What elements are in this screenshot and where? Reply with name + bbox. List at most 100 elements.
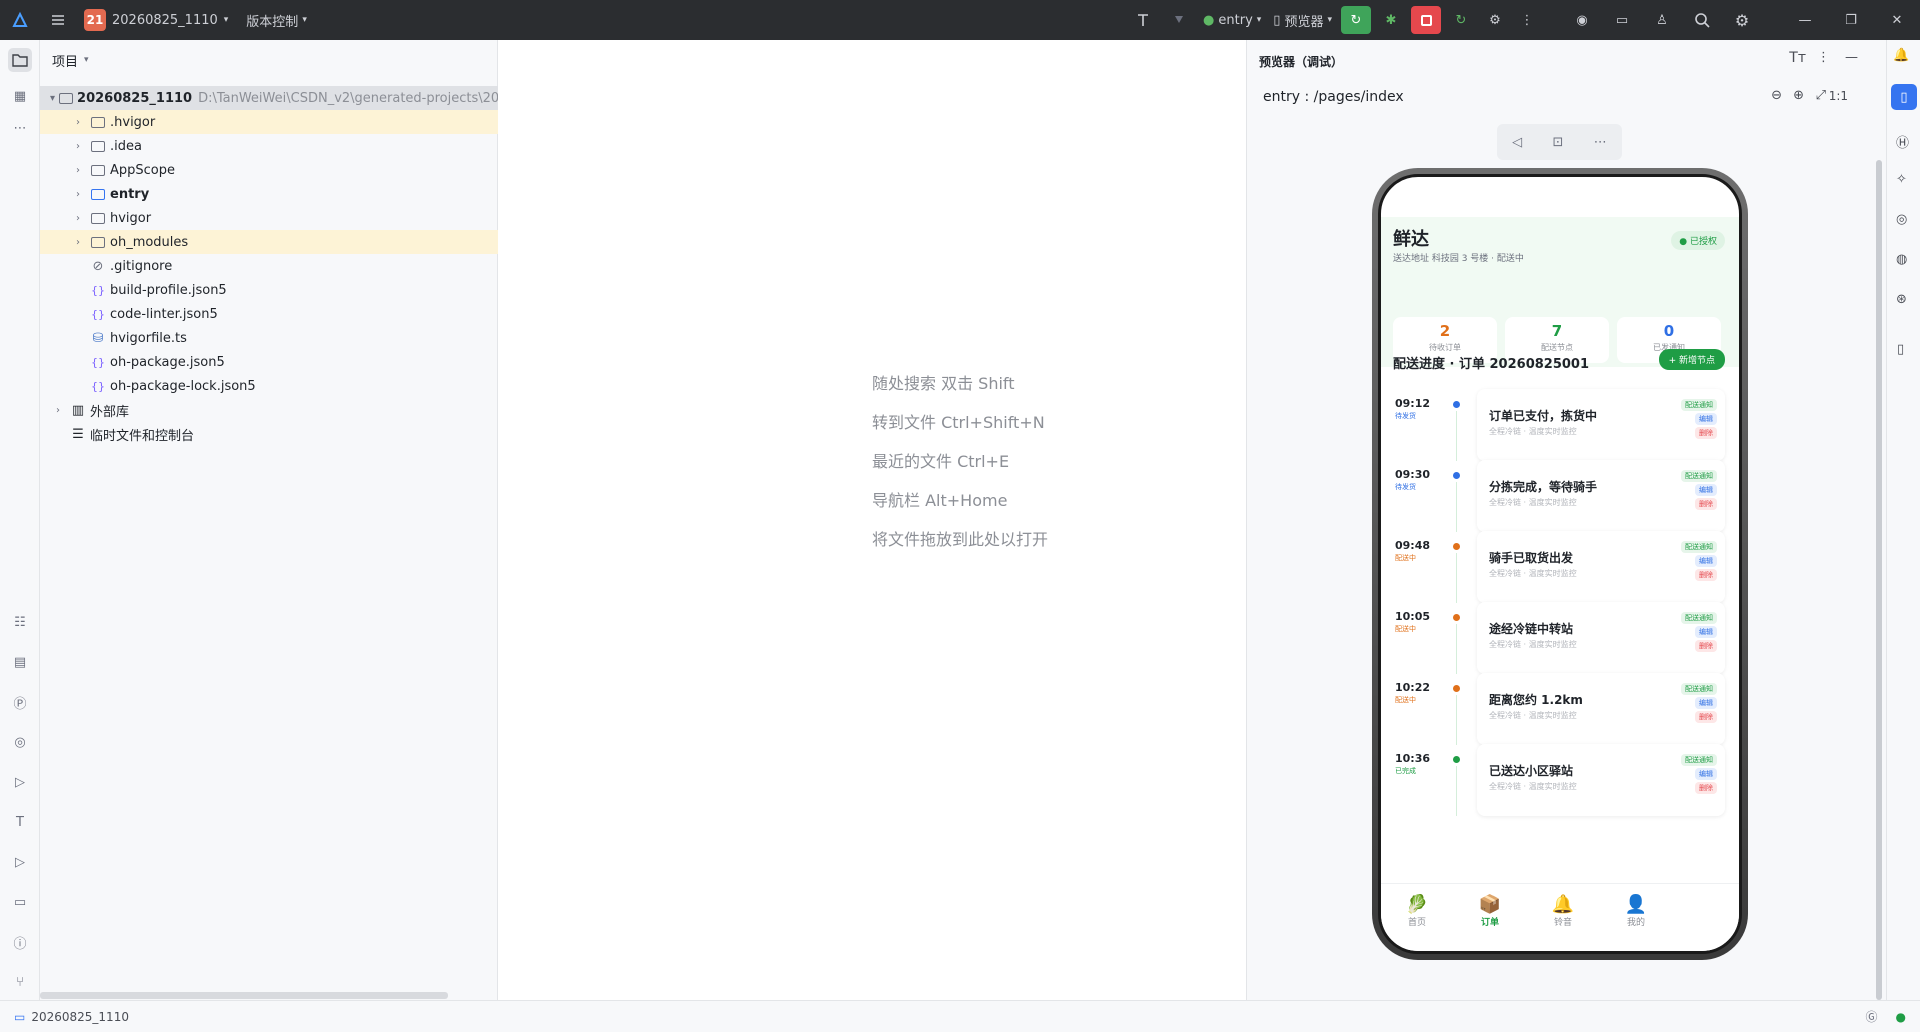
services-icon[interactable]: ▷ <box>8 770 32 794</box>
tree-item[interactable]: › hvigor <box>40 206 498 230</box>
minimize-window-icon[interactable]: — <box>1782 0 1828 40</box>
structure-icon[interactable]: ▦ <box>8 84 32 108</box>
tree-item[interactable]: › .idea <box>40 134 498 158</box>
zoom-reset[interactable]: 1:1 <box>1829 89 1848 103</box>
notify-tag-button[interactable]: 配送通知 <box>1681 754 1717 766</box>
zoom-out-icon[interactable]: ⊖ <box>1771 88 1782 103</box>
fit-screen-icon[interactable]: ⤢ <box>1816 88 1826 103</box>
tree-item[interactable]: {} code-linter.json5 <box>40 302 498 326</box>
edit-tag-button[interactable]: 编辑 <box>1695 413 1717 425</box>
ai-assistant-icon[interactable]: ✧ <box>1896 172 1907 187</box>
edit-tag-button[interactable]: 编辑 <box>1695 697 1717 709</box>
notify-tag-button[interactable]: 配送通知 <box>1681 612 1717 624</box>
edit-tag-button[interactable]: 编辑 <box>1695 626 1717 638</box>
tree-external-libs[interactable]: › ▥ 外部库 <box>40 398 498 422</box>
tree-item[interactable]: › AppScope <box>40 158 498 182</box>
tab-item[interactable]: 📦 订单 <box>1460 894 1520 928</box>
hide-panel-icon[interactable]: — <box>1845 50 1858 65</box>
notify-tag-button[interactable]: 配送通知 <box>1681 683 1717 695</box>
vcs-menu[interactable]: 版本控制 ▾ <box>236 0 317 40</box>
notifications-icon[interactable]: 🔔 <box>1893 48 1909 63</box>
text-tool-icon[interactable] <box>1125 0 1161 40</box>
delete-tag-button[interactable]: 删除 <box>1695 498 1717 510</box>
chevron-right-icon[interactable]: › <box>70 165 86 176</box>
app-logo-icon[interactable] <box>0 0 40 40</box>
tree-item[interactable]: {} oh-package.json5 <box>40 350 498 374</box>
tab-item[interactable]: 🥬 首页 <box>1387 894 1447 928</box>
tree-item[interactable]: › entry <box>40 182 498 206</box>
restore-window-icon[interactable]: ❐ <box>1828 0 1874 40</box>
build-icon[interactable]: T <box>8 810 32 834</box>
timeline-card[interactable]: 分拣完成，等待骑手 全程冷链 · 温度实时监控 配送通知 编辑 删除 <box>1477 460 1725 532</box>
project-folder-icon[interactable] <box>8 48 32 72</box>
robot-icon[interactable]: ⊛ <box>1896 292 1907 307</box>
timeline-card[interactable]: 已送达小区驿站 全程冷链 · 温度实时监控 配送通知 编辑 删除 <box>1477 744 1725 816</box>
chevron-right-icon[interactable]: › <box>70 213 86 224</box>
profiler-icon[interactable]: Ⓟ <box>8 690 32 714</box>
tree-item[interactable]: › oh_modules <box>40 230 498 254</box>
more-tools-icon[interactable]: ⋯ <box>8 116 32 140</box>
close-window-icon[interactable]: ✕ <box>1874 0 1920 40</box>
delete-tag-button[interactable]: 删除 <box>1695 427 1717 439</box>
timeline-card[interactable]: 距离您约 1.2km 全程冷链 · 温度实时监控 配送通知 编辑 删除 <box>1477 673 1725 745</box>
delete-tag-button[interactable]: 删除 <box>1695 569 1717 581</box>
chevron-right-icon[interactable]: › <box>70 237 86 248</box>
tree-item[interactable]: ⛁ hvigorfile.ts <box>40 326 498 350</box>
tree-root[interactable]: ▾ 20260825_1110 D:\TanWeiWei\CSDN_v2\gen… <box>40 86 541 110</box>
inspector-icon[interactable]: ◎ <box>8 730 32 754</box>
zoom-in-icon[interactable]: ⊕ <box>1793 88 1804 103</box>
edit-tag-button[interactable]: 编辑 <box>1695 555 1717 567</box>
run-tool-icon[interactable]: ▷ <box>8 850 32 874</box>
horizontal-scrollbar[interactable] <box>40 992 448 999</box>
more-icon[interactable]: ⋯ <box>1594 135 1607 150</box>
font-size-icon[interactable]: Tт <box>1789 50 1806 66</box>
device-manager-icon[interactable]: ▭ <box>1602 0 1642 40</box>
settings-gear-icon[interactable]: ⚙ <box>1722 0 1762 40</box>
tree-item[interactable]: {} build-profile.json5 <box>40 278 498 302</box>
delete-tag-button[interactable]: 删除 <box>1695 711 1717 723</box>
back-icon[interactable]: ◁ <box>1512 135 1522 150</box>
copilot-icon[interactable]: ◉ <box>1562 0 1602 40</box>
notify-tag-button[interactable]: 配送通知 <box>1681 470 1717 482</box>
run-button[interactable]: ↻ <box>1341 6 1371 34</box>
resource-table-icon[interactable]: ▤ <box>8 650 32 674</box>
notify-tag-button[interactable]: 配送通知 <box>1681 399 1717 411</box>
main-menu-icon[interactable] <box>40 0 76 40</box>
tab-item[interactable]: 🔔 铃音 <box>1533 894 1593 928</box>
todo-icon[interactable]: ☷ <box>8 610 32 634</box>
copilot-status-icon[interactable]: Ⓖ <box>1866 1008 1878 1025</box>
device-log-icon[interactable]: ◎ <box>1896 212 1907 227</box>
timeline-card[interactable]: 骑手已取货出发 全程冷链 · 温度实时监控 配送通知 编辑 删除 <box>1477 531 1725 603</box>
chevron-right-icon[interactable]: › <box>70 141 86 152</box>
reload-icon[interactable]: ↻ <box>1444 0 1478 40</box>
delete-tag-button[interactable]: 删除 <box>1695 782 1717 794</box>
project-panel-header[interactable]: 项目 ▾ <box>40 40 497 80</box>
chevron-right-icon[interactable]: › <box>70 117 86 128</box>
timeline-card[interactable]: 订单已支付，拣货中 全程冷链 · 温度实时监控 配送通知 编辑 删除 <box>1477 389 1725 461</box>
database-icon[interactable]: ◍ <box>1896 252 1907 267</box>
stop-button[interactable] <box>1411 6 1441 34</box>
tree-item[interactable]: ⊘ .gitignore <box>40 254 498 278</box>
edit-tag-button[interactable]: 编辑 <box>1695 768 1717 780</box>
terminal-icon[interactable]: ▭ <box>8 890 32 914</box>
add-node-button[interactable]: + 新增节点 <box>1658 349 1725 370</box>
delete-tag-button[interactable]: 删除 <box>1695 640 1717 652</box>
edit-tag-button[interactable]: 编辑 <box>1695 484 1717 496</box>
search-icon[interactable] <box>1682 0 1722 40</box>
previewer-tool-icon[interactable]: ▯ <box>1891 84 1917 110</box>
device-selector[interactable]: ▯ 预览器 ▾ <box>1267 0 1338 40</box>
module-selector[interactable]: ● entry ▾ <box>1197 0 1267 40</box>
debug-icon[interactable]: ✱ <box>1374 0 1408 40</box>
preview-scrollbar[interactable] <box>1876 160 1882 1000</box>
connection-status-icon[interactable]: ● <box>1896 1010 1906 1024</box>
harmony-icon[interactable]: Ⓗ <box>1896 132 1909 151</box>
tree-item[interactable]: › .hvigor <box>40 110 498 134</box>
attach-debugger-icon[interactable]: ⚙ <box>1478 0 1512 40</box>
tab-item[interactable]: 👤 我的 <box>1606 894 1666 928</box>
device-icon[interactable]: ▯ <box>1897 342 1904 357</box>
account-icon[interactable]: ♙ <box>1642 0 1682 40</box>
more-options-icon[interactable]: ⋮ <box>1817 50 1830 65</box>
problems-icon[interactable]: ⓘ <box>8 930 32 954</box>
tree-scratches[interactable]: ☰ 临时文件和控制台 <box>40 422 498 446</box>
more-actions-icon[interactable]: ⋮ <box>1512 0 1542 40</box>
